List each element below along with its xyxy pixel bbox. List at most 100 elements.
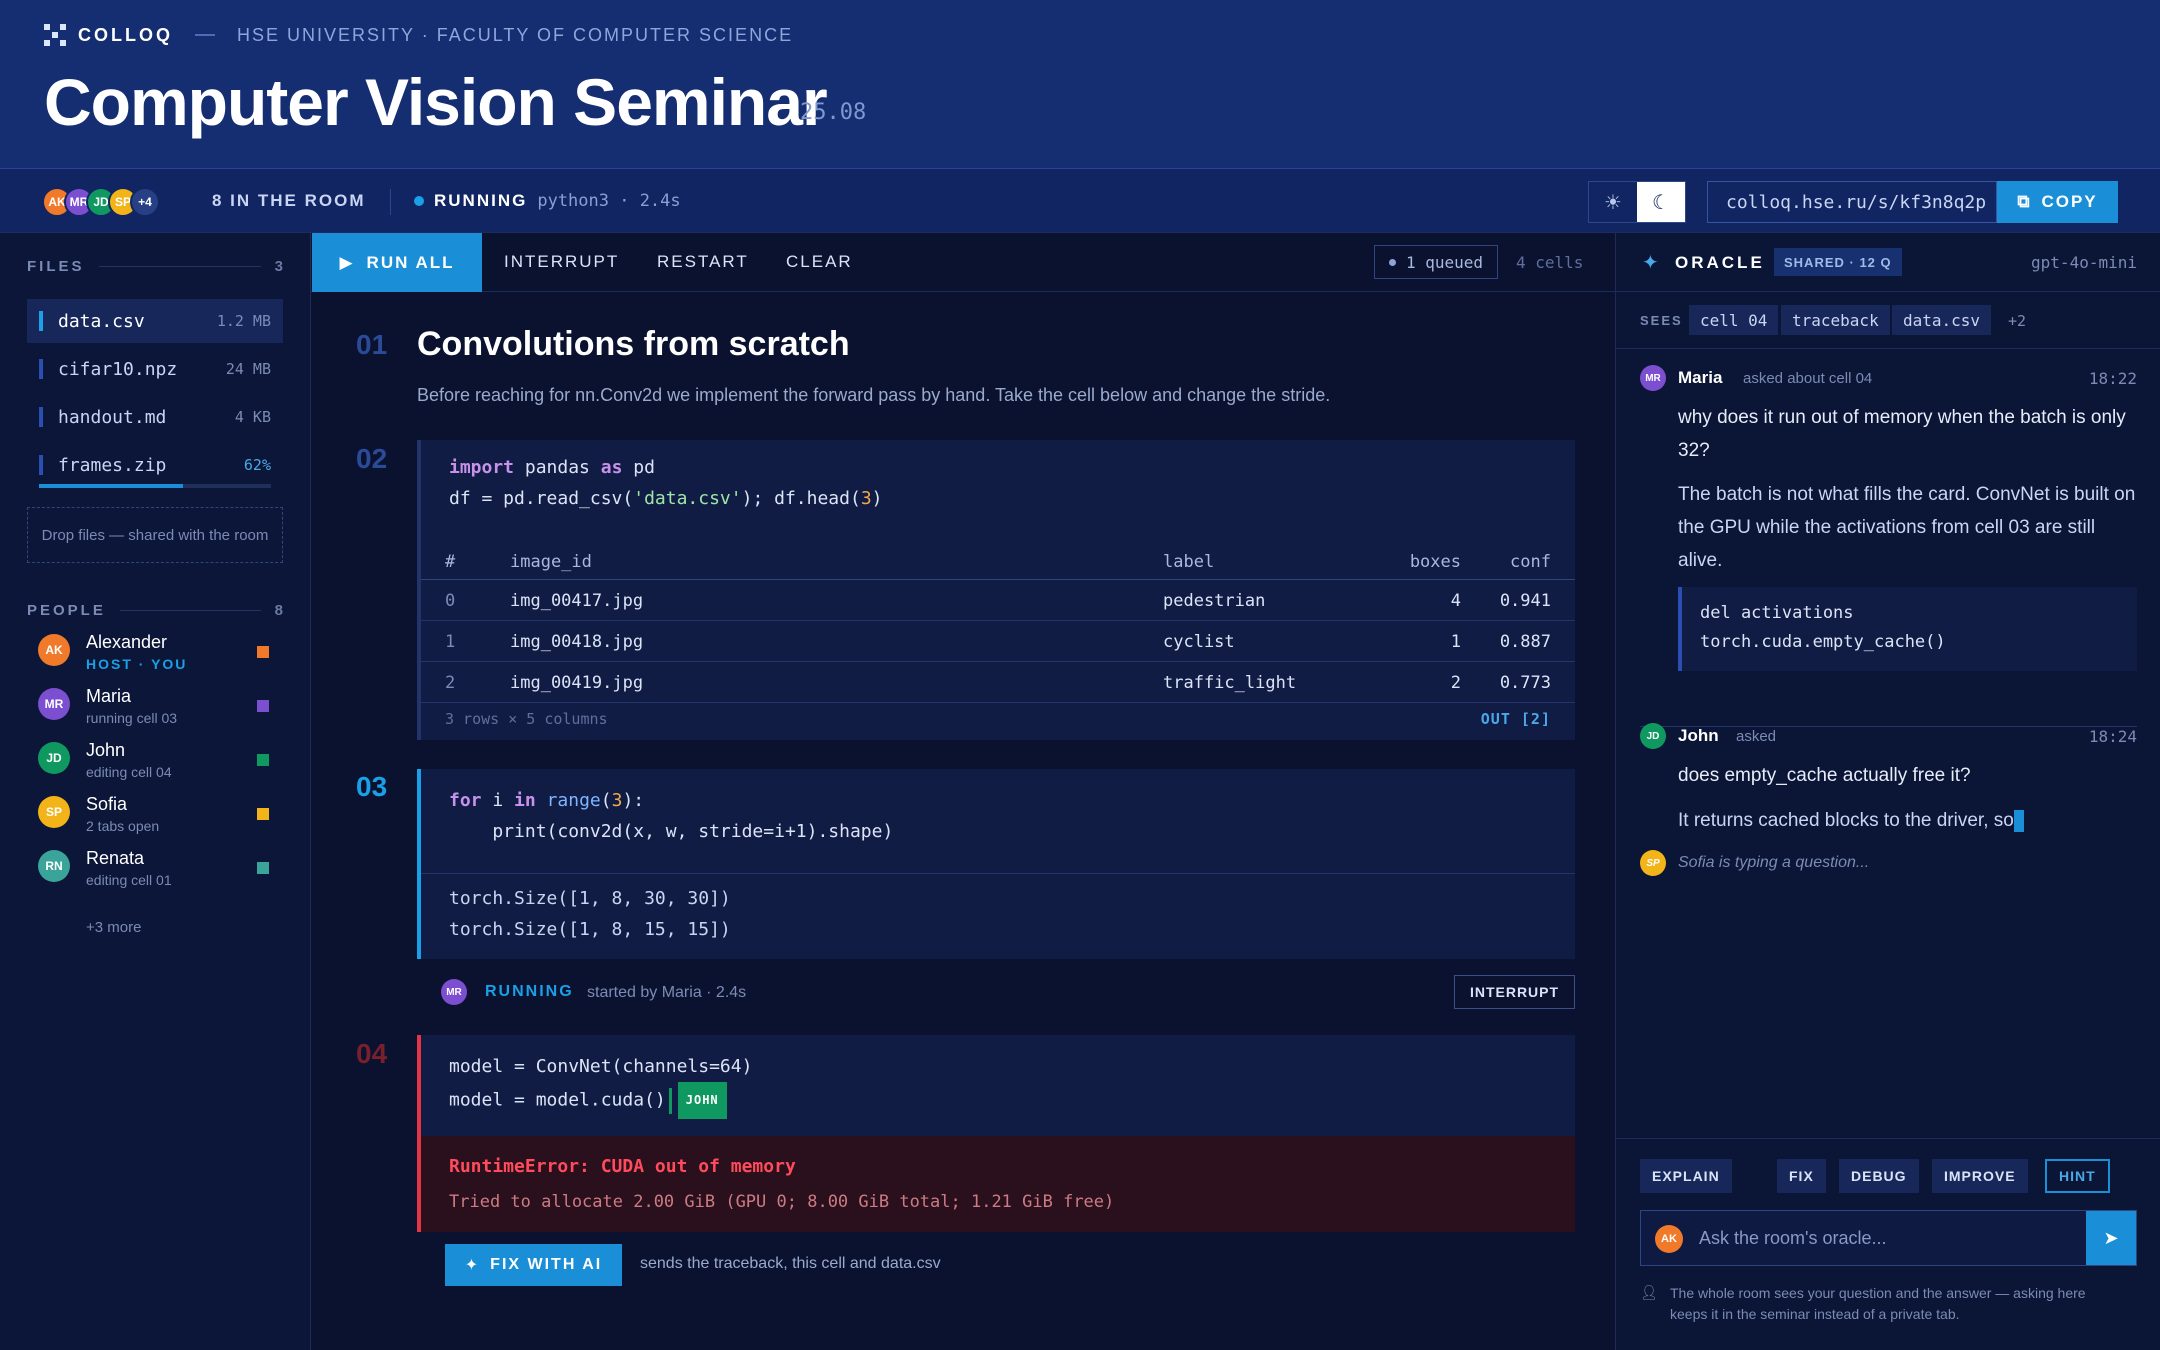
- more-avatars-badge[interactable]: +4: [130, 187, 160, 217]
- copy-link-button[interactable]: ⧉ COPY: [1997, 181, 2118, 223]
- file-marker: [39, 359, 43, 379]
- person-item[interactable]: JD John editing cell 04: [38, 736, 278, 786]
- fix-with-ai-button[interactable]: ✦ FIX WITH AI: [445, 1244, 622, 1286]
- file-item-data-csv[interactable]: data.csv 1.2 MB: [27, 299, 283, 343]
- queue-dot-icon: [1388, 258, 1396, 266]
- person-name: Alexander: [86, 632, 168, 652]
- question-text: why does it run out of memory when the b…: [1678, 407, 2126, 461]
- room-count: 8 IN THE ROOM: [212, 191, 366, 210]
- file-item-cifar10[interactable]: cifar10.npz 24 MB: [27, 347, 283, 391]
- interrupt-button[interactable]: INTERRUPT: [504, 252, 619, 272]
- cursor-color-swatch: [257, 808, 269, 820]
- notebook: ▶ RUN ALL INTERRUPT RESTART CLEAR 1 queu…: [311, 233, 1615, 1350]
- cell-number: 04: [356, 1038, 388, 1069]
- table-cell: 0.773: [1499, 673, 1551, 693]
- avatar: MR: [441, 979, 467, 1005]
- clear-button[interactable]: CLEAR: [786, 252, 853, 272]
- table-row: 1 img_00418.jpg cyclist 1 0.887: [421, 621, 1575, 662]
- person-item[interactable]: SP Sofia 2 tabs open: [38, 790, 278, 840]
- context-more[interactable]: +2: [2008, 312, 2026, 330]
- oracle-header: ✦ ORACLE SHARED · 12 Q gpt-4o-mini: [1616, 233, 2160, 292]
- sparkle-icon: ✦: [464, 1257, 481, 1274]
- participant-avatars[interactable]: AK MR JD SP +4: [42, 187, 160, 217]
- avatar: SP: [1640, 850, 1666, 876]
- file-item-handout[interactable]: handout.md 4 KB: [27, 395, 283, 439]
- avatar: MR: [38, 688, 70, 720]
- oracle-panel: ✦ ORACLE SHARED · 12 Q gpt-4o-mini SEES …: [1615, 233, 2160, 1350]
- file-name: cifar10.npz: [58, 358, 178, 380]
- person-icon: 👤︎: [1640, 1284, 1658, 1300]
- dataframe-output: # image_id label boxes conf 0 img_00417.j…: [421, 542, 1575, 703]
- files-count: 3: [274, 258, 283, 275]
- avatar: JD: [38, 742, 70, 774]
- sun-icon[interactable]: ☀: [1589, 182, 1637, 222]
- context-bar: SEES cell 04 traceback data.csv +2: [1616, 292, 2160, 349]
- run-all-button[interactable]: ▶ RUN ALL: [312, 233, 482, 292]
- institution: HSE UNIVERSITY · FACULTY OF COMPUTER SCI…: [237, 24, 794, 45]
- quick-action-improve[interactable]: IMPROVE: [1932, 1159, 2028, 1193]
- message-author: Maria: [1678, 368, 1723, 387]
- context-chip[interactable]: data.csv: [1892, 305, 1992, 335]
- cell-number: 03: [356, 771, 388, 802]
- context-chip[interactable]: traceback: [1781, 305, 1890, 335]
- quick-action-hint[interactable]: HINT: [2045, 1159, 2110, 1193]
- ask-input[interactable]: Ask the room's oracle...: [1699, 1228, 1887, 1249]
- table-cell: 1: [445, 632, 456, 652]
- notebook-toolbar: ▶ RUN ALL INTERRUPT RESTART CLEAR 1 queu…: [311, 233, 1615, 292]
- person-status: editing cell 04: [86, 764, 172, 780]
- more-people-link[interactable]: +3 more: [86, 919, 141, 936]
- code-editor[interactable]: model = ConvNet(channels=64) model = mod…: [449, 1051, 752, 1119]
- avatar: RN: [38, 850, 70, 882]
- person-item[interactable]: RN Renata editing cell 01: [38, 844, 278, 894]
- files-heading: FILES 3: [27, 258, 283, 275]
- question-text: does empty_cache actually free it?: [1678, 765, 1971, 786]
- file-drop-zone[interactable]: Drop files — shared with the room: [27, 507, 283, 563]
- brand: COLLOQ HSE UNIVERSITY · FACULTY OF COMPU…: [44, 24, 793, 46]
- quick-action-fix[interactable]: FIX: [1777, 1159, 1826, 1193]
- theme-toggle[interactable]: ☀ ☾: [1588, 181, 1686, 223]
- table-header: # image_id label boxes conf: [421, 542, 1575, 580]
- context-chip[interactable]: cell 04: [1689, 305, 1779, 335]
- person-item[interactable]: AK Alexander HOST · YOU: [38, 628, 278, 678]
- send-icon[interactable]: ➤: [2086, 1211, 2136, 1265]
- moon-icon[interactable]: ☾: [1637, 182, 1685, 222]
- file-marker: [39, 311, 43, 331]
- table-cell: 0: [445, 591, 456, 611]
- copy-icon: ⧉: [2017, 192, 2032, 211]
- session-date: 25.08: [800, 100, 867, 125]
- code-cell-04[interactable]: model = ConvNet(channels=64) model = mod…: [417, 1035, 1575, 1136]
- upload-progress-fill: [39, 484, 183, 488]
- code-editor[interactable]: for i in range(3): print(conv2d(x, w, st…: [449, 785, 893, 847]
- table-cell: 0.887: [1499, 632, 1551, 652]
- quick-action-explain[interactable]: EXPLAIN: [1640, 1159, 1732, 1193]
- table-row: 0 img_00417.jpg pedestrian 4 0.941: [421, 580, 1575, 621]
- share-url-field[interactable]: colloq.hse.ru/s/kf3n8q2p: [1707, 181, 1997, 223]
- cell-status-bar: MR RUNNING started by Maria · 2.4s INTER…: [417, 975, 1575, 1009]
- error-detail: Tried to allocate 2.00 GiB (GPU 0; 8.00 …: [449, 1192, 1115, 1212]
- table-footer: 3 rows × 5 columns: [445, 710, 608, 728]
- cell-heading: Convolutions from scratch: [417, 325, 850, 363]
- cursor-color-swatch: [257, 700, 269, 712]
- code-editor[interactable]: import pandas as pd df = pd.read_csv('da…: [449, 452, 883, 514]
- queue-badge: 1 queued: [1374, 245, 1498, 279]
- oracle-ask-field[interactable]: AK Ask the room's oracle... ➤: [1640, 1210, 2137, 1266]
- table-row: 2 img_00419.jpg traffic_light 2 0.773: [421, 662, 1575, 703]
- code-cell-03[interactable]: for i in range(3): print(conv2d(x, w, st…: [417, 769, 1575, 959]
- header: COLLOQ HSE UNIVERSITY · FACULTY OF COMPU…: [0, 0, 2160, 168]
- cell-status: RUNNING: [485, 983, 574, 1000]
- code-cell-02[interactable]: import pandas as pd df = pd.read_csv('da…: [417, 440, 1575, 740]
- quick-action-debug[interactable]: DEBUG: [1839, 1159, 1919, 1193]
- table-cell: img_00417.jpg: [510, 591, 644, 611]
- model-name[interactable]: gpt-4o-mini: [2031, 253, 2137, 272]
- person-item[interactable]: MR Maria running cell 03: [38, 682, 278, 732]
- person-name: Maria: [86, 686, 132, 706]
- file-item-frames-zip[interactable]: frames.zip 62%: [27, 443, 283, 487]
- column-header: label: [1163, 552, 1215, 572]
- table-cell: img_00418.jpg: [510, 632, 644, 652]
- restart-button[interactable]: RESTART: [657, 252, 749, 272]
- interrupt-cell-button[interactable]: INTERRUPT: [1454, 975, 1575, 1009]
- avatar: AK: [1655, 1225, 1683, 1253]
- sees-label: SEES: [1640, 313, 1683, 328]
- error-title: RuntimeError: CUDA out of memory: [449, 1156, 796, 1177]
- colloq-logo-icon: [44, 24, 66, 46]
